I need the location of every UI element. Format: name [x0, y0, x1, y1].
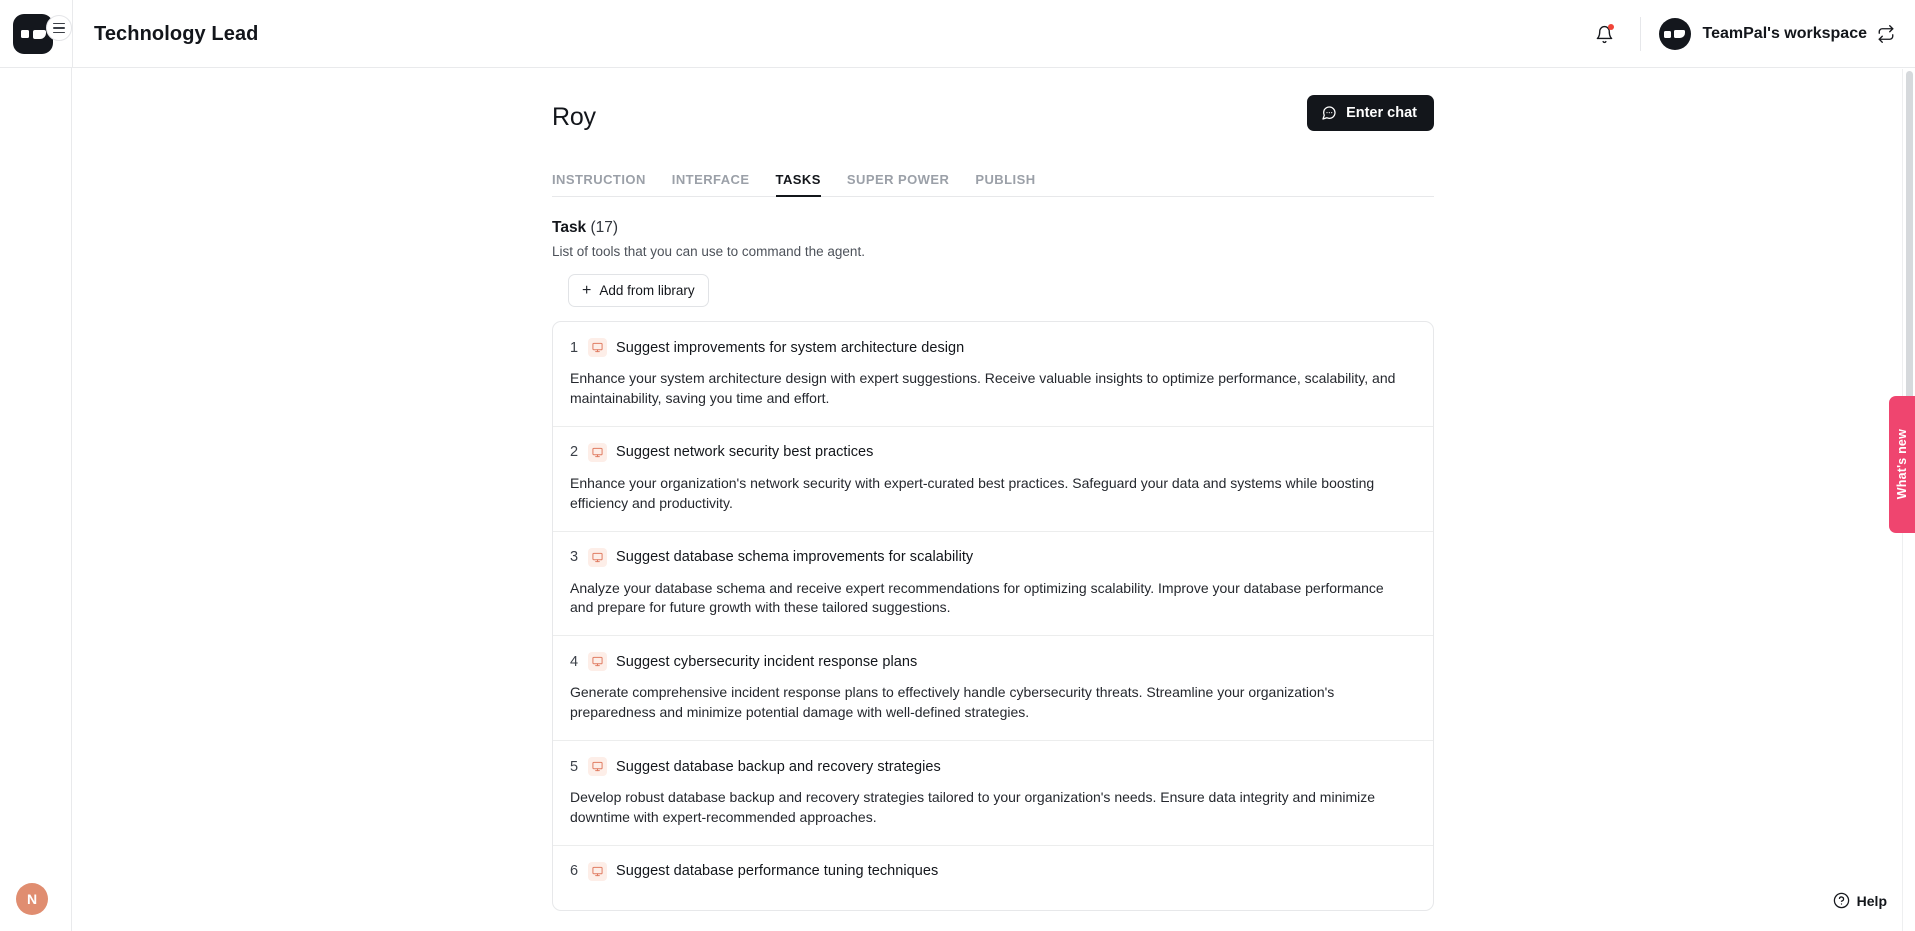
tab-publish[interactable]: PUBLISH: [975, 172, 1035, 196]
question-circle-icon: [1833, 892, 1849, 909]
user-avatar[interactable]: N: [16, 883, 48, 915]
task-number: 4: [570, 653, 579, 670]
task-name: Suggest improvements for system architec…: [616, 339, 965, 356]
monitor-glyph: [592, 552, 603, 562]
task-row[interactable]: 4 Suggest cybersecurity incident respons…: [553, 636, 1433, 741]
workspace-name[interactable]: TeamPal's workspace: [1703, 25, 1867, 43]
logo-eye-left: [20, 30, 29, 38]
topbar-right-group: TeamPal's workspace: [1588, 0, 1895, 68]
monitor-glyph: [592, 657, 603, 667]
task-row[interactable]: 2 Suggest network security best practice…: [553, 427, 1433, 532]
task-description: Enhance your organization's network secu…: [570, 474, 1375, 511]
task-number: 5: [570, 758, 579, 775]
plus-icon: +: [582, 281, 592, 299]
task-number: 2: [570, 444, 579, 461]
monitor-glyph: [592, 342, 603, 353]
task-description: Generate comprehensive incident response…: [570, 684, 1335, 721]
task-monitor-icon: [588, 338, 607, 357]
task-name: Suggest database schema improvements for…: [616, 549, 974, 565]
task-name: Suggest network security best practices: [616, 444, 874, 461]
task-header: 4 Suggest cybersecurity incident respons…: [570, 652, 1415, 672]
section-title-label: Task: [552, 219, 587, 236]
task-monitor-icon: [588, 442, 607, 462]
hamburger-line: [53, 22, 65, 25]
task-number: 6: [570, 863, 579, 880]
page-header: Roy Enter chat: [552, 95, 1434, 163]
switch-workspace-button[interactable]: [1877, 25, 1895, 43]
monitor-glyph: [592, 447, 603, 457]
task-description: Develop robust database backup and recov…: [570, 789, 1376, 825]
logo-eye-right: [32, 29, 46, 39]
switch-workspace-icon: [1878, 25, 1894, 43]
tab-interface[interactable]: INTERFACE: [672, 172, 750, 196]
task-section-header: Task (17) List of tools that you can use…: [552, 219, 1434, 259]
task-monitor-icon: [588, 757, 607, 776]
task-name: Suggest database backup and recovery str…: [616, 758, 941, 775]
section-count: (17): [590, 219, 619, 236]
monitor-glyph: [592, 866, 603, 876]
hamburger-line: [53, 31, 65, 34]
task-description: Enhance your system architecture design …: [570, 370, 1396, 406]
notification-badge-dot: [1607, 24, 1614, 30]
task-monitor-icon: [588, 652, 607, 672]
enter-chat-label: Enter chat: [1346, 105, 1417, 121]
whats-new-tab[interactable]: What's new: [1889, 396, 1915, 533]
task-header: 1 Suggest improvements for system archit…: [570, 338, 1415, 357]
hamburger-line: [53, 27, 65, 29]
main-content-area: Roy Enter chat INSTRUCTION INTERFACE TAS…: [73, 69, 1902, 931]
task-header: 3 Suggest database schema improvements f…: [570, 547, 1415, 567]
task-row[interactable]: 5 Suggest database backup and recovery s…: [553, 741, 1433, 846]
task-name: Suggest database performance tuning tech…: [616, 863, 939, 880]
topbar-vertical-divider: [1639, 17, 1641, 51]
task-row[interactable]: 6 Suggest database performance tuning te…: [553, 846, 1433, 910]
workspace-avatar-eye-right: [1674, 30, 1686, 38]
add-from-library-label: Add from library: [599, 283, 695, 298]
task-number: 3: [570, 549, 579, 565]
task-name: Suggest cybersecurity incident response …: [616, 653, 918, 670]
task-monitor-icon: [588, 861, 607, 881]
page-scrollbar-thumb[interactable]: [1906, 71, 1913, 401]
page-title: Roy: [552, 103, 596, 131]
section-subtitle: List of tools that you can use to comman…: [552, 244, 865, 259]
top-bar: Technology Lead TeamPal's workspace: [0, 0, 1915, 68]
tab-instruction[interactable]: INSTRUCTION: [552, 172, 646, 196]
workspace-avatar-eye-left: [1664, 30, 1672, 38]
task-description: Analyze your database schema and receive…: [570, 579, 1384, 616]
monitor-glyph: [592, 761, 603, 772]
tab-bar: INSTRUCTION INTERFACE TASKS SUPER POWER …: [552, 165, 1434, 197]
task-list: 1 Suggest improvements for system archit…: [552, 321, 1434, 911]
help-button[interactable]: Help: [1828, 888, 1891, 913]
topbar-divider: [72, 0, 73, 68]
task-monitor-icon: [588, 547, 607, 567]
task-header: 6 Suggest database performance tuning te…: [570, 861, 1415, 881]
notification-bell-button[interactable]: [1588, 17, 1622, 51]
enter-chat-button[interactable]: Enter chat: [1307, 95, 1434, 131]
left-sidebar-rail: N: [0, 68, 72, 931]
task-header: 2 Suggest network security best practice…: [570, 442, 1415, 462]
task-header: 5 Suggest database backup and recovery s…: [570, 757, 1415, 776]
app-title: Technology Lead: [94, 22, 259, 45]
tab-super-power[interactable]: SUPER POWER: [847, 172, 949, 196]
task-row[interactable]: 1 Suggest improvements for system archit…: [553, 322, 1433, 427]
whats-new-label: What's new: [1895, 429, 1909, 500]
hamburger-menu-icon[interactable]: [46, 15, 72, 41]
section-title: Task (17): [552, 219, 1434, 237]
task-row[interactable]: 3 Suggest database schema improvements f…: [553, 532, 1433, 637]
page-content: Roy Enter chat INSTRUCTION INTERFACE TAS…: [552, 95, 1434, 911]
add-from-library-button[interactable]: + Add from library: [568, 274, 709, 307]
task-number: 1: [570, 339, 579, 356]
workspace-avatar[interactable]: [1658, 18, 1691, 50]
chat-bubble-icon: [1322, 106, 1336, 120]
tab-tasks[interactable]: TASKS: [775, 172, 822, 197]
help-label: Help: [1856, 892, 1887, 909]
